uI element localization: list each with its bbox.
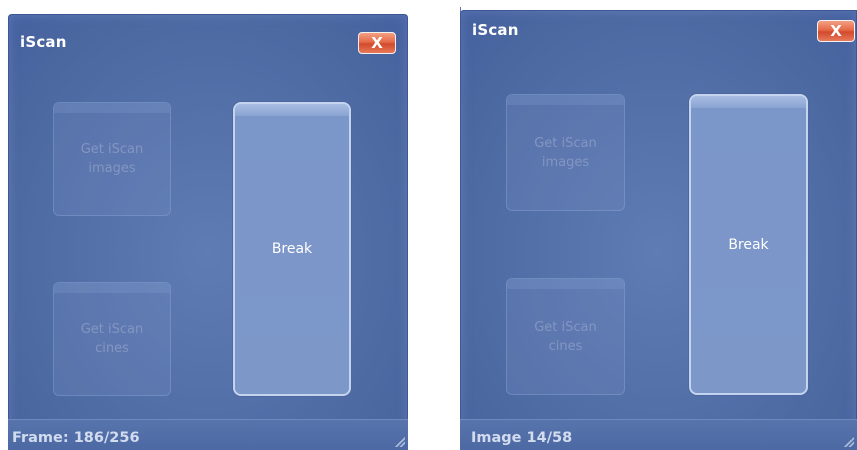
resize-grip-icon[interactable] (844, 437, 854, 447)
break-button-label: Break (271, 241, 313, 257)
dialog-title: iScan (20, 33, 67, 51)
break-button[interactable]: Break (689, 94, 808, 395)
iscan-dialog-right: iScan X Get iScan images Get iScan cines… (460, 10, 857, 450)
break-button[interactable]: Break (233, 102, 351, 396)
close-button[interactable]: X (817, 20, 855, 42)
status-bar: Frame: 186/256 (8, 419, 408, 450)
close-button[interactable]: X (358, 32, 396, 54)
screenshot-stage: iScan X Get iScan images Get iScan cines… (0, 0, 857, 450)
dialog-title: iScan (472, 21, 519, 39)
get-iscan-cines-button[interactable]: Get iScan cines (506, 278, 625, 395)
iscan-dialog-left: iScan X Get iScan images Get iScan cines… (8, 14, 408, 450)
image-counter: Image 14/58 (471, 430, 573, 446)
close-icon: X (371, 34, 383, 52)
get-iscan-images-button[interactable]: Get iScan images (506, 94, 625, 211)
get-iscan-images-button[interactable]: Get iScan images (53, 102, 171, 216)
status-bar: Image 14/58 (460, 419, 857, 450)
frame-counter: Frame: 186/256 (12, 430, 140, 446)
get-iscan-cines-button[interactable]: Get iScan cines (53, 282, 171, 396)
resize-grip-icon[interactable] (395, 437, 405, 447)
break-button-label: Break (728, 236, 769, 253)
close-icon: X (830, 22, 842, 40)
